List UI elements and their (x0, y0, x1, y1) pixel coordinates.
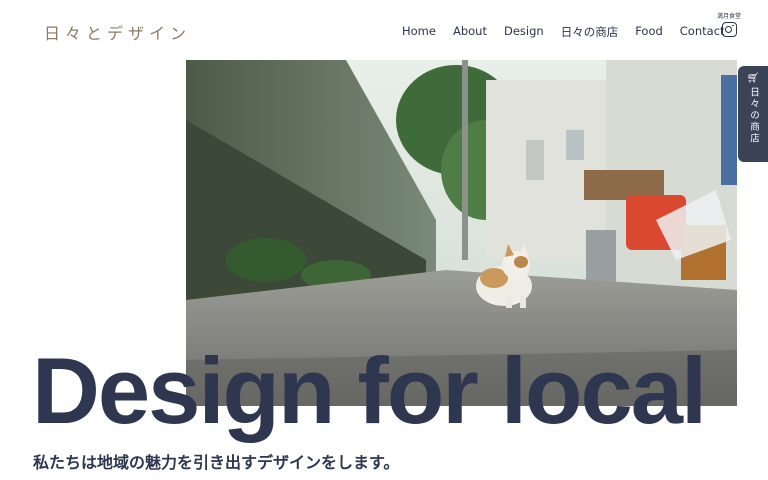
site-logo[interactable]: 日々とデザイン (44, 20, 191, 44)
nav-design[interactable]: Design (504, 24, 544, 40)
instagram-link[interactable]: 満月食堂 (714, 11, 744, 41)
shop-tab-label: 日々の商店 (748, 87, 759, 145)
nav-home[interactable]: Home (402, 24, 436, 40)
main-nav: Home About Design 日々の商店 Food Contact (402, 24, 725, 40)
instagram-label: 満月食堂 (716, 13, 741, 20)
hero-tagline: 私たちは地域の魅力を引き出すデザインをします。 (33, 453, 400, 472)
instagram-icon (721, 22, 737, 37)
nav-food[interactable]: Food (635, 24, 663, 40)
nav-about[interactable]: About (453, 24, 487, 40)
cart-icon: 🛒︎ (746, 73, 760, 84)
page: 日々とデザイン Home About Design 日々の商店 Food Con… (0, 0, 768, 480)
hero-headline: Design for local (32, 338, 707, 443)
nav-shop[interactable]: 日々の商店 (561, 24, 619, 40)
shop-side-tab[interactable]: 🛒︎ 日々の商店 (738, 66, 768, 162)
